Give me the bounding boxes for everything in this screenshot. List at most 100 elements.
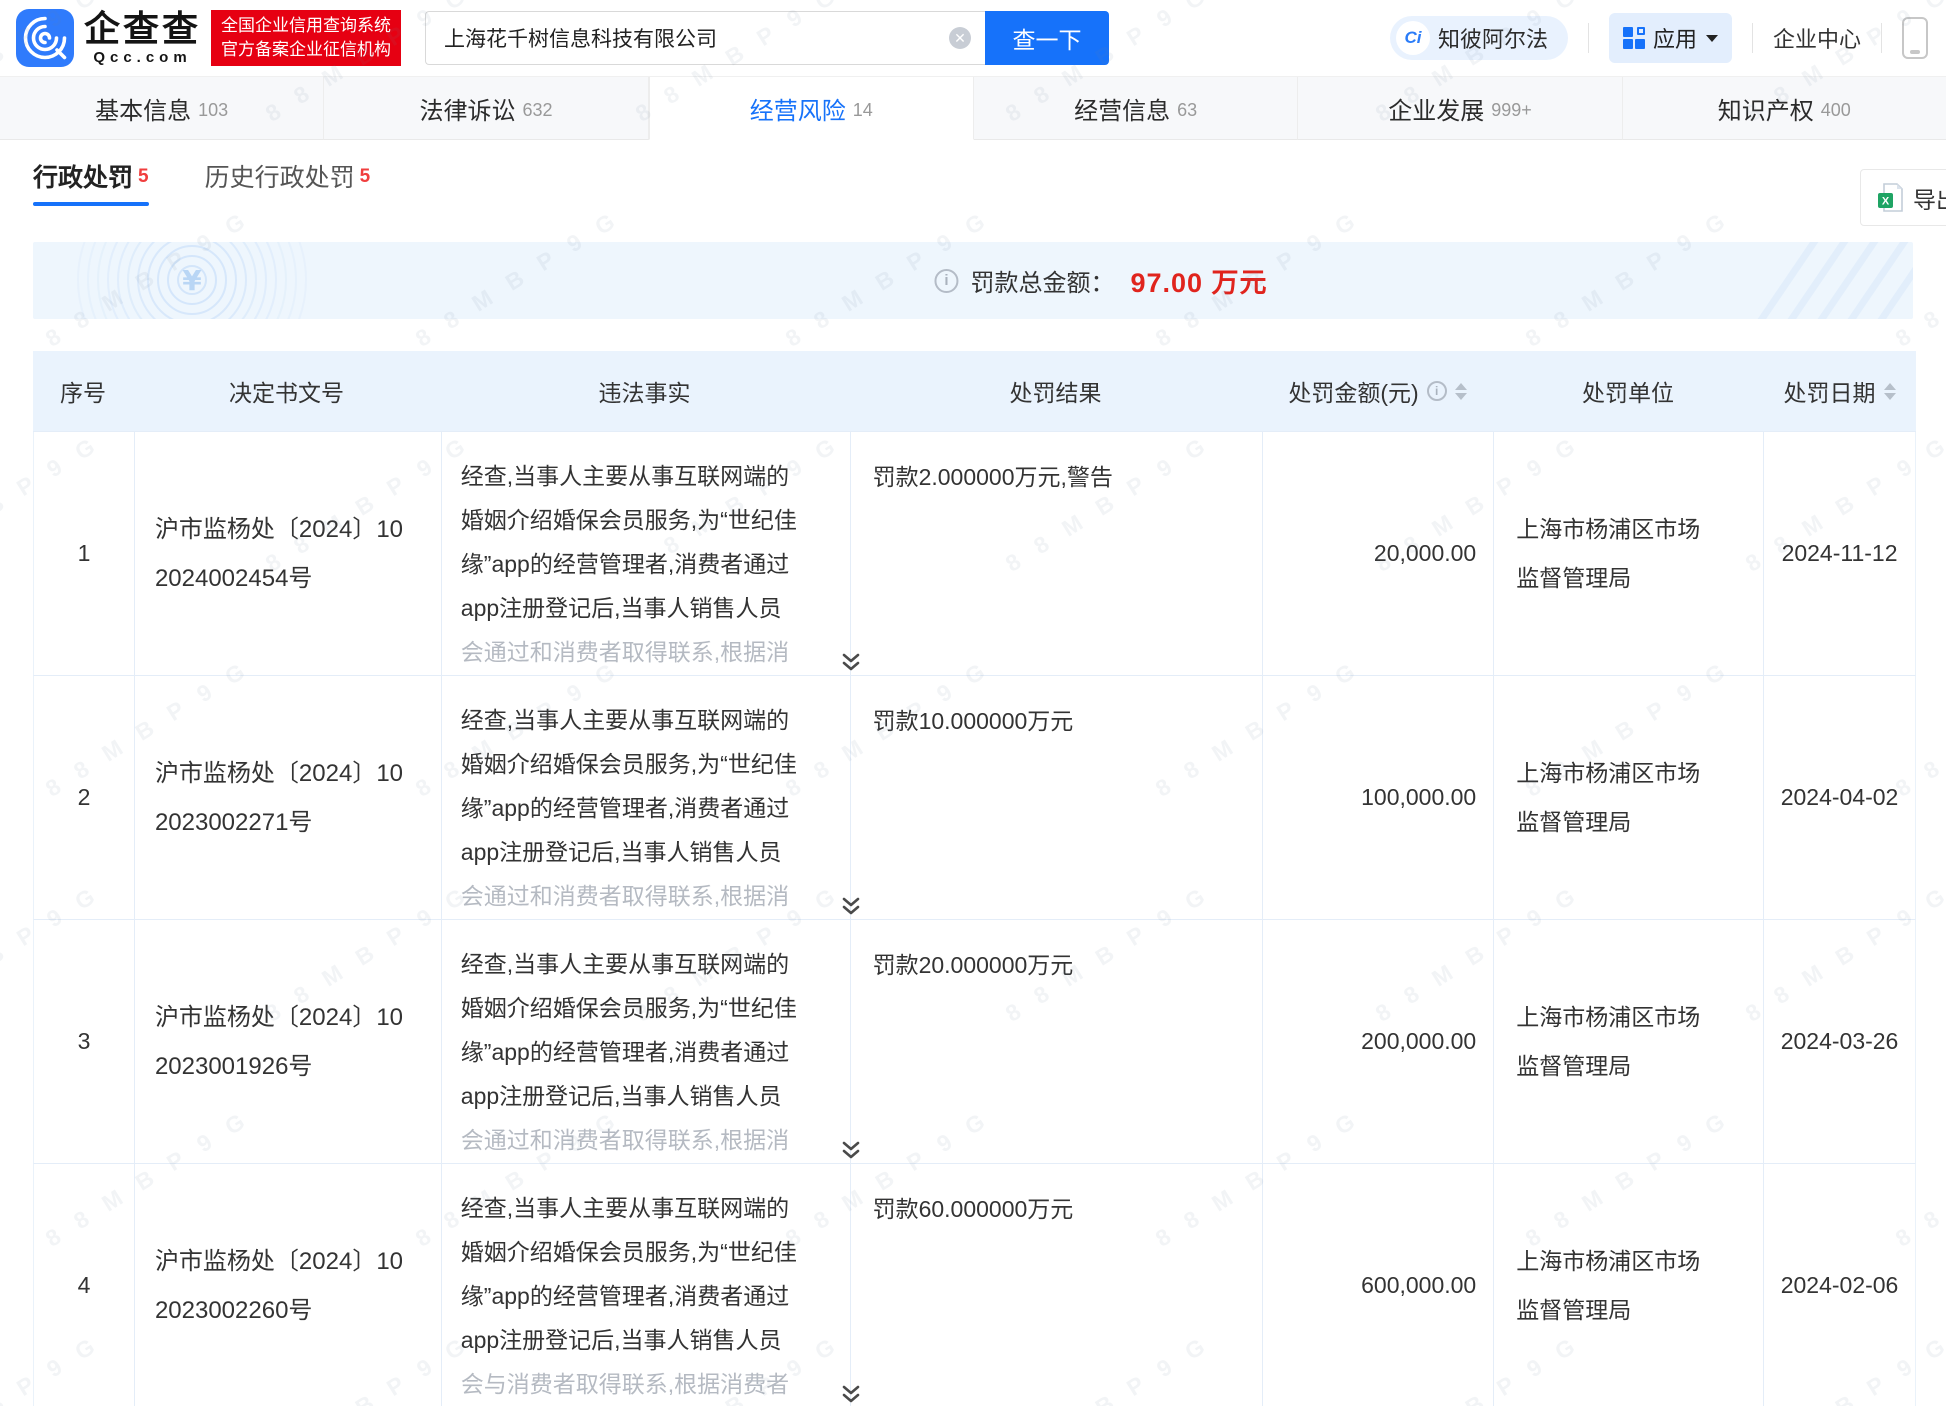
apps-button[interactable]: 应用 xyxy=(1608,13,1732,63)
col-header-result: 处罚结果 xyxy=(1009,380,1102,406)
subtab-row: 行政处罚 5 历史行政处罚 5 xyxy=(0,140,1946,212)
tab-basic-info[interactable]: 基本信息 103 xyxy=(0,77,325,140)
search-input[interactable]: 上海花千树信息科技有限公司 ✕ xyxy=(425,11,986,65)
tab-company-development[interactable]: 企业发展 999+ xyxy=(1298,77,1623,140)
doc-line: 2023001926号 xyxy=(154,1052,313,1080)
fact-line: 婚姻介绍婚保会员服务,为“世纪佳 xyxy=(460,751,797,777)
decision-doc-no: 沪市监杨处〔2024〕10 2023002260号 xyxy=(133,1164,441,1406)
mobile-app-icon[interactable] xyxy=(1902,17,1928,59)
penalty-result: 罚款60.000000万元 xyxy=(849,1164,1263,1406)
tab-count: 632 xyxy=(522,99,553,120)
qcc-company-risk-page: { "header": { "logo": { "name": "企查查", "… xyxy=(0,0,1946,1406)
zhibi-alpha-icon: Ci xyxy=(1395,21,1430,55)
col-header-fact: 违法事实 xyxy=(598,380,691,406)
subtab-admin-penalty[interactable]: 行政处罚 5 xyxy=(33,140,149,212)
tab-count: 63 xyxy=(1177,99,1198,120)
fact-line: app注册登记后,当事人销售人员 xyxy=(460,595,782,621)
info-icon: i xyxy=(934,268,959,293)
expand-chevron-icon[interactable] xyxy=(839,896,863,918)
tab-label: 基本信息 xyxy=(95,97,192,125)
col-header-date-label: 处罚日期 xyxy=(1783,380,1876,406)
penalty-amount: 20,000.00 xyxy=(1262,432,1493,675)
penalty-table: 序号 决定书文号 违法事实 处罚结果 处罚金额(元) i 处罚单位 处罚日期 1 xyxy=(33,351,1916,1406)
col-header-authority: 处罚单位 xyxy=(1582,380,1674,406)
expand-chevron-icon[interactable] xyxy=(839,652,863,674)
fact-line: 缘”app的经营管理者,消费者通过 xyxy=(460,1283,790,1309)
expand-chevron-icon[interactable] xyxy=(839,1384,863,1406)
active-subtab-underline xyxy=(33,202,149,206)
enterprise-center-link[interactable]: 企业中心 xyxy=(1773,22,1861,54)
penalty-result: 罚款20.000000万元 xyxy=(849,920,1263,1163)
export-button[interactable]: X 导出 xyxy=(1860,169,1946,226)
penalty-date: 2024-02-06 xyxy=(1763,1164,1915,1406)
penalty-summary-banner: ¥ i 罚款总金额： 97.00 万元 xyxy=(33,242,1913,319)
fact-line: 婚姻介绍婚保会员服务,为“世纪佳 xyxy=(460,1239,797,1265)
tab-legal-litigation[interactable]: 法律诉讼 632 xyxy=(324,77,649,140)
fact-line: app注册登记后,当事人销售人员 xyxy=(460,839,782,865)
col-header-date: 处罚日期 xyxy=(1763,351,1916,431)
tab-count: 400 xyxy=(1820,99,1851,120)
subtab-count: 5 xyxy=(138,166,149,187)
table-header: 序号 决定书文号 违法事实 处罚结果 处罚金额(元) i 处罚单位 处罚日期 xyxy=(33,351,1916,431)
svg-text:X: X xyxy=(1882,195,1890,207)
tab-operating-risk[interactable]: 经营风险 14 xyxy=(648,77,974,140)
penalty-authority: 上海市杨浦区市场监督管理局 xyxy=(1493,920,1763,1163)
doc-line: 2024002454号 xyxy=(154,564,313,592)
sort-icon[interactable] xyxy=(1883,382,1896,400)
tab-operating-info[interactable]: 经营信息 63 xyxy=(973,77,1299,140)
sort-icon[interactable] xyxy=(1454,382,1467,400)
illegal-fact: 经查,当事人主要从事互联网端的 婚姻介绍婚保会员服务,为“世纪佳 缘”app的经… xyxy=(440,1164,850,1406)
fact-line: 婚姻介绍婚保会员服务,为“世纪佳 xyxy=(460,995,797,1021)
row-index: 2 xyxy=(77,784,91,810)
apps-label: 应用 xyxy=(1652,27,1697,52)
header-right-nav: Ci 知彼阿尔法 应用 企业中心 xyxy=(1389,13,1928,63)
divider xyxy=(1751,23,1753,53)
badge-line-2: 官方备案企业征信机构 xyxy=(221,40,392,59)
illegal-fact: 经查,当事人主要从事互联网端的 婚姻介绍婚保会员服务,为“世纪佳 缘”app的经… xyxy=(440,920,850,1163)
zhibi-alpha-label: 知彼阿尔法 xyxy=(1437,27,1548,52)
row-index: 4 xyxy=(77,1272,91,1298)
search-box: 上海花千树信息科技有限公司 ✕ 查一下 xyxy=(425,11,1110,65)
fact-line-faded: 会通过和消费者取得联系,根据消 xyxy=(460,639,790,665)
doc-line: 2023002271号 xyxy=(154,808,313,836)
subtab-label: 行政处罚 xyxy=(33,164,134,192)
yen-ripple-decoration: ¥ xyxy=(77,242,307,319)
apps-grid-icon xyxy=(1622,27,1645,49)
tab-label: 经营风险 xyxy=(749,97,846,125)
fact-line: 缘”app的经营管理者,消费者通过 xyxy=(460,1039,790,1065)
table-row: 4 沪市监杨处〔2024〕10 2023002260号 经查,当事人主要从事互联… xyxy=(33,1164,1916,1406)
subtab-history-admin-penalty[interactable]: 历史行政处罚 5 xyxy=(205,140,371,212)
subtab-label: 历史行政处罚 xyxy=(204,164,355,192)
qcc-logo[interactable]: 企查查 Qcc.com xyxy=(16,9,201,67)
col-header-amount-label: 处罚金额(元) xyxy=(1288,380,1419,406)
subtab-count: 5 xyxy=(359,166,371,187)
clear-icon[interactable]: ✕ xyxy=(949,27,972,49)
col-header-amount: 处罚金额(元) i xyxy=(1262,351,1493,431)
main-tabbar: 基本信息 103 法律诉讼 632 经营风险 14 经营信息 63 企业发展 9… xyxy=(0,76,1946,140)
excel-icon: X xyxy=(1878,182,1903,212)
search-button[interactable]: 查一下 xyxy=(985,11,1110,65)
doc-line: 沪市监杨处〔2024〕10 xyxy=(154,1247,404,1275)
fact-line: 缘”app的经营管理者,消费者通过 xyxy=(460,795,790,821)
export-label: 导出 xyxy=(1913,186,1946,213)
expand-chevron-icon[interactable] xyxy=(839,1140,863,1162)
fact-line: 婚姻介绍婚保会员服务,为“世纪佳 xyxy=(460,507,797,533)
yen-symbol: ¥ xyxy=(182,264,202,297)
doc-line: 沪市监杨处〔2024〕10 xyxy=(154,759,404,787)
doc-line: 沪市监杨处〔2024〕10 xyxy=(154,1003,404,1031)
penalty-total: i 罚款总金额： 97.00 万元 xyxy=(934,242,1267,319)
tab-intellectual-property[interactable]: 知识产权 400 xyxy=(1622,77,1946,140)
table-row: 1 沪市监杨处〔2024〕10 2024002454号 经查,当事人主要从事互联… xyxy=(33,432,1916,676)
fact-line-faded: 会通过和消费者取得联系,根据消 xyxy=(460,883,790,909)
tab-count: 999+ xyxy=(1491,99,1532,120)
fact-line: 经查,当事人主要从事互联网端的 xyxy=(460,951,790,977)
col-header-index: 序号 xyxy=(60,380,106,406)
tab-count: 14 xyxy=(852,99,873,120)
penalty-authority: 上海市杨浦区市场监督管理局 xyxy=(1493,676,1763,919)
penalty-date: 2024-11-12 xyxy=(1763,432,1915,675)
fact-line-faded: 会与消费者取得联系,根据消费者 xyxy=(460,1371,790,1397)
zhibi-alpha-button[interactable]: Ci 知彼阿尔法 xyxy=(1389,16,1568,60)
qcc-name-cn: 企查查 xyxy=(84,8,202,49)
decision-doc-no: 沪市监杨处〔2024〕10 2023001926号 xyxy=(133,920,441,1163)
illegal-fact: 经查,当事人主要从事互联网端的 婚姻介绍婚保会员服务,为“世纪佳 缘”app的经… xyxy=(440,432,850,675)
